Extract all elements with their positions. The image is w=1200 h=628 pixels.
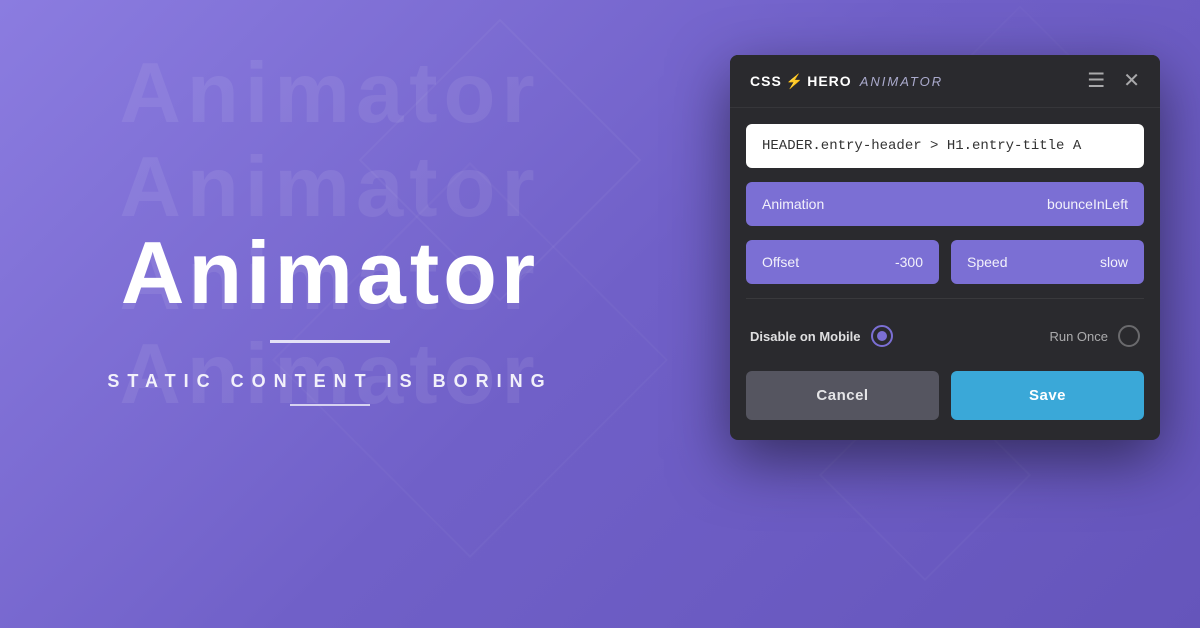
selector-value: HEADER.entry-header > H1.entry-title A — [762, 138, 1081, 154]
run-once-toggle[interactable] — [1118, 325, 1140, 347]
animation-value: bounceInLeft — [1047, 196, 1128, 212]
run-once-group: Run Once — [1049, 325, 1140, 347]
animation-row[interactable]: Animation bounceInLeft — [746, 182, 1144, 226]
panel-header: CSS ⚡ HERO ANIMATOR ☰ ✕ — [730, 55, 1160, 108]
watermark-line-1: Animator — [0, 47, 660, 141]
logo-animator-text: ANIMATOR — [860, 74, 943, 89]
disable-mobile-label: Disable on Mobile — [750, 329, 861, 344]
selector-input[interactable]: HEADER.entry-header > H1.entry-title A — [746, 124, 1144, 168]
divider — [746, 298, 1144, 299]
toggle-row: Disable on Mobile Run Once — [746, 315, 1144, 357]
offset-label: Offset — [762, 254, 799, 270]
title-underline — [270, 340, 390, 343]
offset-field[interactable]: Offset -300 — [746, 240, 939, 284]
disable-mobile-group: Disable on Mobile — [750, 325, 893, 347]
animator-panel: CSS ⚡ HERO ANIMATOR ☰ ✕ HEADER.entry-hea… — [730, 55, 1160, 440]
speed-label: Speed — [967, 254, 1007, 270]
speed-field[interactable]: Speed slow — [951, 240, 1144, 284]
subtitle-underline — [290, 404, 370, 406]
logo-bolt-icon: ⚡ — [786, 73, 803, 90]
menu-icon[interactable]: ☰ — [1087, 71, 1107, 91]
left-content-area: Animator Animator Animator Animator Anim… — [0, 0, 660, 628]
watermark-line-2: Animator — [0, 141, 660, 235]
offset-value: -300 — [895, 254, 923, 270]
disable-mobile-toggle[interactable] — [871, 325, 893, 347]
panel-logo: CSS ⚡ HERO ANIMATOR — [750, 73, 943, 90]
save-button[interactable]: Save — [951, 371, 1144, 420]
panel-controls: ☰ ✕ — [1087, 71, 1140, 91]
speed-value: slow — [1100, 254, 1128, 270]
logo-css-text: CSS — [750, 73, 782, 89]
logo-hero-text: HERO — [807, 73, 851, 89]
run-once-label: Run Once — [1049, 329, 1108, 344]
cancel-button[interactable]: Cancel — [746, 371, 939, 420]
close-icon[interactable]: ✕ — [1123, 71, 1140, 91]
subtitle: STATIC CONTENT IS BORING — [107, 371, 552, 392]
main-title: Animator — [121, 222, 539, 324]
offset-speed-row: Offset -300 Speed slow — [746, 240, 1144, 284]
button-row: Cancel Save — [746, 371, 1144, 420]
animation-label: Animation — [762, 196, 824, 212]
panel-body: HEADER.entry-header > H1.entry-title A A… — [730, 108, 1160, 440]
